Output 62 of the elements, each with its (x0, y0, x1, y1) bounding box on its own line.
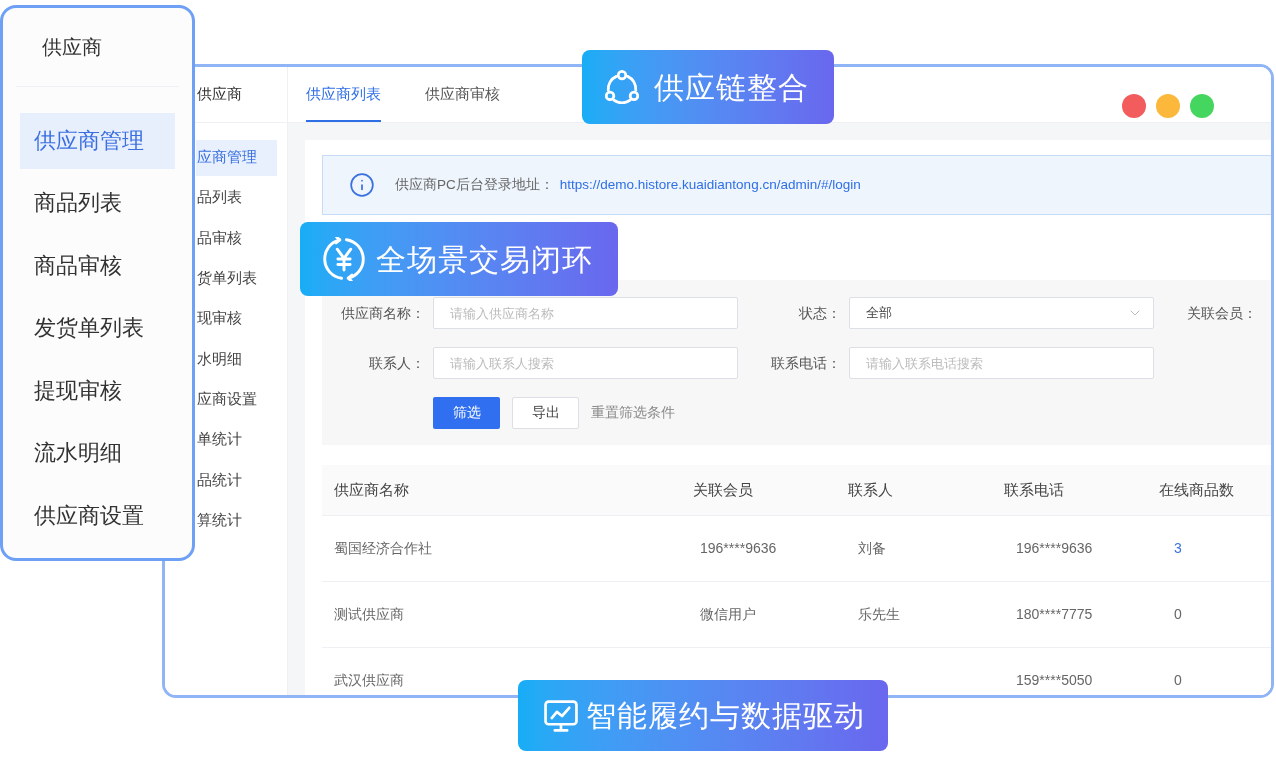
banner-label: 全场景交易闭环 (376, 241, 593, 278)
panel-menu-item[interactable]: 供应商设置 (20, 488, 175, 544)
window-minimize-icon[interactable] (1156, 94, 1180, 118)
panel-menu-item[interactable]: 供应商管理 (20, 113, 175, 169)
login-link[interactable]: https://demo.histore.kuaidiantong.cn/admin/#/login (559, 174, 861, 196)
filter-label: 联系人： (368, 353, 425, 373)
yuan-cycle-icon (322, 237, 366, 281)
table-cell: 196****9636 (1016, 540, 1093, 556)
filter-label: 状态： (798, 303, 841, 323)
table-cell: 微信用户 (700, 606, 756, 622)
table-cell: 测试供应商 (334, 606, 404, 622)
column-header: 联系电话 (1003, 482, 1064, 498)
reset-filters-link[interactable]: 重置筛选条件 (591, 402, 675, 424)
sidebar-title: 供应商 (197, 84, 242, 104)
panel-menu-item[interactable]: 提现审核 (20, 363, 175, 419)
table-cell: 武汉供应商 (334, 672, 404, 688)
tab[interactable]: 供应商审核 (425, 67, 500, 122)
panel-menu-item[interactable]: 发货单列表 (20, 300, 175, 357)
table-cell: 0 (1174, 672, 1182, 688)
panel-menu-item[interactable]: 商品审核 (20, 238, 175, 294)
sidebar-item[interactable]: 品统计 (196, 462, 277, 499)
table-cell: 159****5050 (1016, 672, 1093, 688)
table-cell: 刘备 (858, 540, 886, 556)
monitor-chart-icon (544, 699, 578, 732)
filter-button[interactable]: 筛选 (433, 397, 500, 429)
table-cell: 180****7775 (1016, 606, 1093, 622)
text-input[interactable]: 请输入联系电话搜索 (849, 347, 1154, 379)
table-cell: 196****9636 (700, 540, 777, 556)
sidebar-item[interactable]: 水明细 (196, 341, 277, 378)
sidebar-item[interactable]: 品列表 (196, 180, 277, 217)
filter-label: 供应商名称： (340, 303, 425, 323)
sidebar-item[interactable]: 现审核 (196, 301, 277, 338)
export-button[interactable]: 导出 (512, 397, 579, 429)
column-header: 联系人 (848, 482, 894, 498)
banner-label: 供应链整合 (654, 69, 809, 106)
table-cell: 蜀国经济合作社 (334, 540, 432, 556)
product-count-link[interactable]: 3 (1174, 540, 1182, 556)
table-cell: 0 (1174, 606, 1182, 622)
column-header: 供应商名称 (334, 482, 409, 498)
status-select[interactable]: 全部 (849, 297, 1154, 329)
sidebar-item[interactable]: 应商管理 (196, 140, 277, 176)
filter-label: 关联会员： (1186, 303, 1257, 323)
window-maximize-icon[interactable] (1190, 94, 1214, 118)
sidebar-item[interactable]: 算统计 (196, 502, 277, 539)
sidebar-item[interactable]: 单统计 (196, 422, 277, 459)
banner-label: 智能履约与数据驱动 (586, 698, 865, 734)
sidebar-item[interactable]: 货单列表 (196, 260, 277, 297)
info-icon (349, 172, 375, 198)
sidebar-item[interactable]: 品审核 (196, 220, 277, 257)
column-header: 在线商品数 (1158, 482, 1234, 498)
notice-text: 供应商PC后台登录地址： (395, 175, 554, 194)
network-cycle-icon (604, 70, 640, 104)
window-close-icon[interactable] (1122, 94, 1146, 118)
sidebar-item[interactable]: 应商设置 (196, 381, 277, 418)
column-header: 关联会员 (693, 482, 754, 498)
panel-menu-item[interactable]: 商品列表 (20, 175, 175, 232)
panel-title: 供应商 (42, 35, 102, 60)
panel-menu-item[interactable]: 流水明细 (20, 425, 175, 482)
text-input[interactable]: 请输入联系人搜索 (433, 347, 738, 379)
table-cell: 乐先生 (858, 606, 900, 622)
text-input[interactable]: 请输入供应商名称 (433, 297, 738, 329)
filter-label: 联系电话： (770, 353, 841, 373)
